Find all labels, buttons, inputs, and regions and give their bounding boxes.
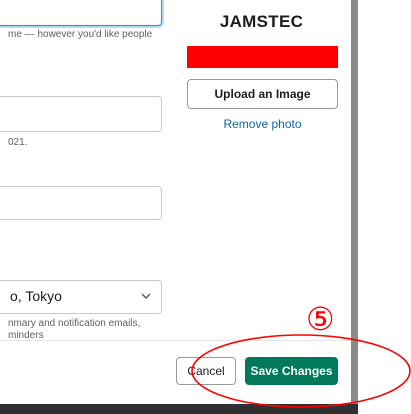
text-field-2[interactable] xyxy=(0,186,162,220)
footer-divider xyxy=(0,340,351,341)
chevron-down-icon xyxy=(141,293,151,299)
display-name-hint: me — however you'd like people xyxy=(8,29,153,40)
org-name: JAMSTEC xyxy=(219,12,304,31)
display-name-input[interactable] xyxy=(0,0,162,26)
remove-photo-link[interactable]: Remove photo xyxy=(187,117,338,131)
timezone-hint-continued: minders xyxy=(8,330,44,338)
profile-photo-redacted xyxy=(187,46,338,68)
text-field[interactable] xyxy=(0,96,162,132)
edit-profile-dialog: me — however you'd like people 021. o, T… xyxy=(0,0,351,404)
background-strip xyxy=(0,404,358,414)
timezone-selected-value: o, Tokyo xyxy=(10,288,62,304)
save-changes-button[interactable]: Save Changes xyxy=(245,357,338,385)
cancel-button[interactable]: Cancel xyxy=(176,357,236,385)
upload-image-button[interactable]: Upload an Image xyxy=(187,79,338,109)
timezone-hint: nmary and notification emails, xyxy=(8,318,141,329)
field-hint: 021. xyxy=(8,137,28,148)
scrollbar[interactable] xyxy=(351,0,358,404)
step-marker: ⑤ xyxy=(306,300,335,338)
